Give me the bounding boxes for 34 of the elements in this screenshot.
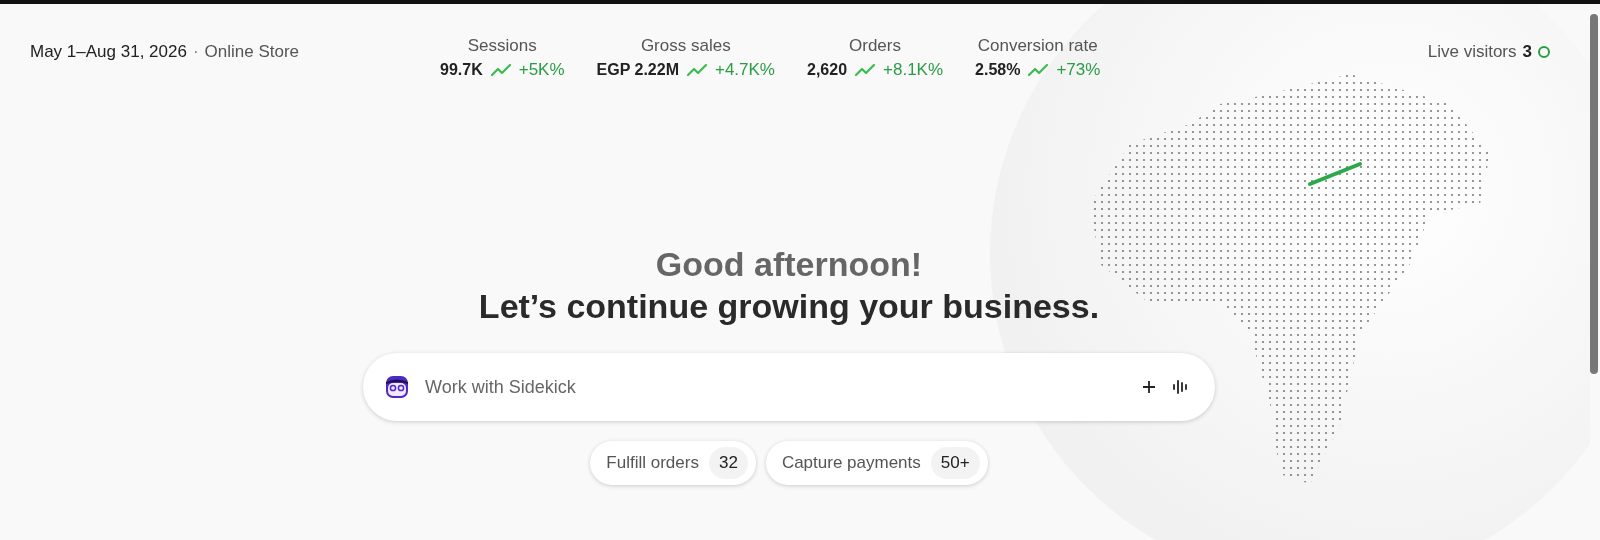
trend-line-icon xyxy=(853,62,878,78)
live-status-icon xyxy=(1538,46,1550,58)
metric-label[interactable]: Conversion rate xyxy=(977,36,1098,56)
sales-channel[interactable]: Online Store xyxy=(204,42,300,61)
metric-value: 99.7K xyxy=(440,61,483,79)
voice-icon[interactable] xyxy=(1171,378,1189,397)
task-button[interactable]: Capture payments 50+ xyxy=(765,441,988,486)
separator: · xyxy=(192,42,199,61)
greeting-subtitle: Let’s continue growing your business. xyxy=(478,285,1100,327)
scrollbar[interactable] xyxy=(1590,14,1598,374)
greeting-title: Good afternoon! xyxy=(655,244,923,285)
metric-label[interactable]: Sessions xyxy=(467,36,537,56)
metric-value: 2.58% xyxy=(975,61,1021,79)
trend-line-icon xyxy=(684,62,709,78)
date-range[interactable]: May 1–Aug 31, 2026 xyxy=(30,42,187,61)
metric-value: 2,620 xyxy=(807,61,848,79)
metric-change: +5K% xyxy=(518,60,565,80)
metric-change: +73% xyxy=(1056,60,1101,80)
sidekick-input-field[interactable]: Work with Sidekick xyxy=(423,375,1127,399)
live-visitors-label: Live visitors xyxy=(1427,42,1517,62)
metric-change: +4.7K% xyxy=(714,60,775,80)
sidekick-prompt-field[interactable]: Work with Sidekick xyxy=(363,353,1215,422)
metric-label[interactable]: Gross sales xyxy=(640,36,731,56)
trend-line-icon xyxy=(1026,62,1051,78)
plus-icon[interactable] xyxy=(1141,379,1157,396)
task-button[interactable]: Fulfill orders 32 xyxy=(590,441,756,486)
count-badge: 50+ xyxy=(930,447,980,480)
trend-line-icon xyxy=(488,62,513,78)
avatar-icon xyxy=(385,375,409,400)
metric-label[interactable]: Orders xyxy=(849,36,901,56)
count-badge: 32 xyxy=(708,447,748,480)
metric-value: EGP 2.22M xyxy=(596,61,679,79)
metric-change: +8.1K% xyxy=(883,60,944,80)
live-visitors-count: 3 xyxy=(1522,42,1532,62)
